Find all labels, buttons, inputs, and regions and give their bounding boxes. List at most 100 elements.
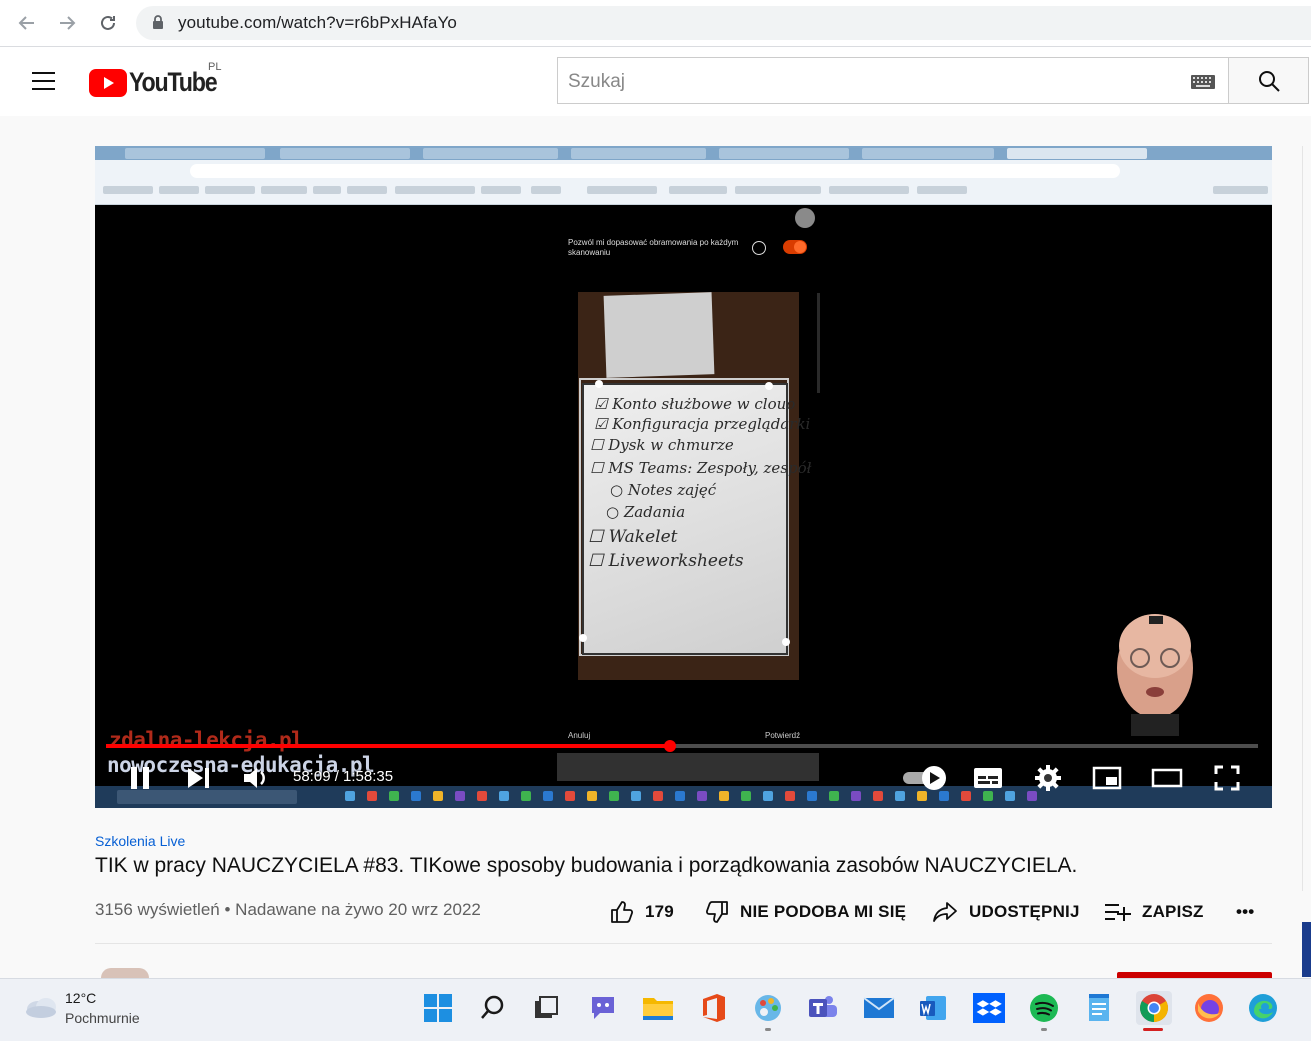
running-indicator [765,1028,771,1031]
office-icon [703,994,725,1022]
notepad-button[interactable] [1082,991,1116,1025]
save-label: ZAPISZ [1142,902,1204,921]
reload-button[interactable] [93,8,123,38]
gear-icon [1035,765,1061,791]
autoplay-icon [903,766,946,790]
time-display: 58:09 / 1:58:35 [293,768,394,785]
menu-button[interactable] [30,69,58,93]
pause-button[interactable] [123,762,157,794]
youtube-header: YouTube PL [0,47,1311,116]
edge-icon [1249,994,1277,1022]
next-button[interactable] [181,762,215,794]
whiteboard-line: ☐ MS Teams: Zespoły, zespół [590,459,812,477]
firefox-button[interactable] [1192,991,1226,1025]
weather-condition[interactable]: Pochmurnie [65,1010,140,1026]
keyboard-icon[interactable] [1191,75,1215,89]
forward-button[interactable] [52,8,82,38]
video-player[interactable]: Pozwól mi dopasować obramowania po każdy… [95,146,1272,808]
meta-separator: • [224,900,231,919]
info-icon [752,241,766,255]
mail-button[interactable] [862,991,896,1025]
share-icon [933,902,957,922]
address-bar[interactable]: youtube.com/watch?v=r6bPxHAfaYo [136,6,1311,40]
search-input[interactable] [566,70,1150,94]
share-button[interactable]: UDOSTĘPNIJ [931,898,1080,926]
scan-toggle [783,240,807,254]
whiteboard-line: ☑ Konto służbowe w clouo [594,395,796,413]
settings-button[interactable] [1031,762,1065,794]
paint-button[interactable] [751,991,785,1025]
windows-start-icon [424,994,452,1022]
whiteboard-line: ○ Notes zajęć [610,481,717,499]
whiteboard: ☑ Konto służbowe w clouo ☑ Konfiguracja … [582,383,812,655]
theater-mode-button[interactable] [1150,762,1184,794]
arrow-right-icon [60,16,76,30]
channel-avatar[interactable] [101,968,149,978]
autoplay-toggle[interactable] [901,762,949,794]
chat-button[interactable] [586,991,620,1025]
taskbar-search[interactable] [476,991,510,1025]
progress-bar[interactable] [106,740,1258,752]
edge-button[interactable] [1246,991,1280,1025]
scan-side-handle [817,293,820,393]
video-meta: 3156 wyświetleń • Nadawane na żywo 20 wr… [95,900,481,920]
volume-button[interactable] [239,762,273,794]
weather-temperature[interactable]: 12°C [65,990,96,1006]
channel-link[interactable]: Szkolenia Live [95,833,185,849]
chrome-icon [1140,994,1168,1022]
save-button[interactable]: ZAPISZ [1104,898,1204,926]
reload-icon [101,15,115,30]
start-button[interactable] [421,991,455,1025]
windows-taskbar: 12°C Pochmurnie [0,978,1311,1041]
scan-corner [595,380,603,388]
stream-date: Nadawane na żywo 20 wrz 2022 [235,900,481,919]
scan-confirm-label: Potwierdź [765,731,801,740]
search-box [557,57,1229,104]
dropbox-button[interactable] [972,991,1006,1025]
whiteboard-line: ☐ Liveworksheets [588,551,744,571]
file-explorer-button[interactable] [641,991,675,1025]
dislike-button[interactable]: NIE PODOBA MI SIĘ [704,898,906,926]
theater-icon [1151,768,1183,788]
mail-icon [863,997,895,1018]
cloud-icon[interactable] [24,995,58,1019]
search-button[interactable] [1229,57,1309,104]
word-button[interactable] [916,991,950,1025]
sidebar-edge [1302,146,1311,891]
scan-corner [579,634,587,642]
chrome-button[interactable] [1136,991,1172,1025]
miniplayer-button[interactable] [1090,762,1124,794]
back-button[interactable] [12,8,42,38]
watermark-zdalna-lekcja: zdalna-lekcja.pl [109,728,304,752]
scan-prompt: Pozwól mi dopasować obramowania po każdy… [568,238,739,257]
like-button[interactable]: 179 [609,898,674,926]
video-frame-tabs [95,146,1272,160]
youtube-logo[interactable]: YouTube PL [89,61,229,100]
dislike-label: NIE PODOBA MI SIĘ [740,902,907,921]
progress-scrubber[interactable] [664,740,677,752]
firefox-icon [1195,994,1223,1022]
task-view-button[interactable] [529,991,563,1025]
search-icon [1258,70,1280,92]
office-button[interactable] [697,991,731,1025]
playlist-add-icon [1105,904,1131,921]
active-app-indicator [1143,1028,1163,1031]
chat-icon [592,997,614,1019]
presenter-webcam [1117,614,1193,736]
notepad-icon [1089,994,1109,1021]
fullscreen-icon [1214,765,1240,791]
palette-icon [755,995,781,1021]
more-actions-button[interactable]: ••• [1236,898,1254,926]
spotify-button[interactable] [1027,991,1061,1025]
video-title: TIK w pracy NAUCZYCIELA #83. TIKowe spos… [95,854,1078,877]
teams-button[interactable] [806,991,840,1025]
youtube-play-icon [89,69,127,97]
progress-played [106,744,671,748]
share-label: UDOSTĘPNIJ [969,902,1080,921]
subtitles-button[interactable] [971,762,1005,794]
fullscreen-button[interactable] [1210,762,1244,794]
country-code: PL [208,61,222,73]
scan-nav-bar [557,753,819,781]
spotify-icon [1030,994,1058,1022]
volume-icon [244,768,265,788]
